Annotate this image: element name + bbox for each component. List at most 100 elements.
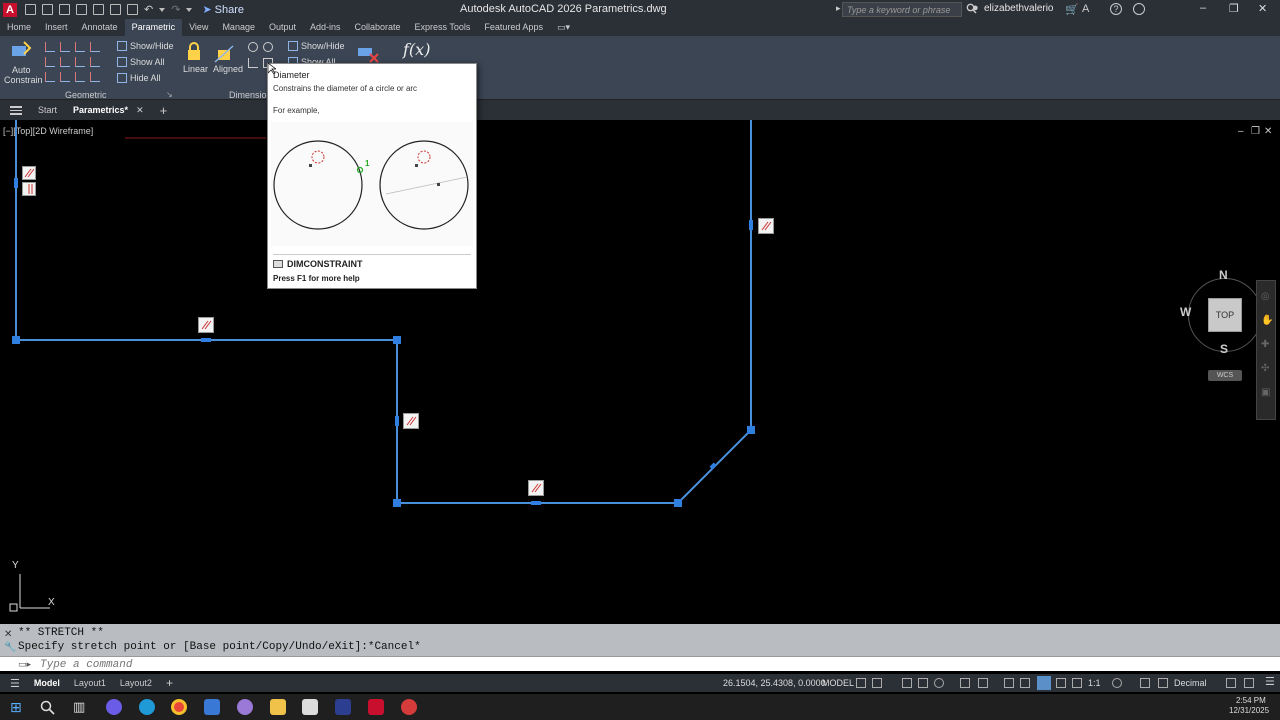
- coincident-icon[interactable]: [45, 42, 55, 52]
- geometric-show-hide-button[interactable]: Show/Hide: [117, 41, 174, 51]
- file-explorer-icon[interactable]: [270, 699, 286, 715]
- close-icon[interactable]: ✕: [1258, 2, 1267, 15]
- midpoint-grip[interactable]: [709, 462, 717, 470]
- app-icon[interactable]: [401, 699, 417, 715]
- grip[interactable]: [393, 336, 401, 344]
- horizontal-icon[interactable]: [75, 57, 85, 67]
- tab-collaborate[interactable]: Collaborate: [348, 19, 408, 36]
- autoscale-icon[interactable]: [1056, 678, 1066, 688]
- showmotion-icon[interactable]: ▣: [1261, 387, 1270, 398]
- tangent-icon[interactable]: [45, 72, 55, 82]
- command-line-settings-icon[interactable]: 🔧: [4, 642, 16, 653]
- compass-south[interactable]: S: [1220, 342, 1228, 356]
- tab-parametric[interactable]: Parametric: [124, 19, 183, 36]
- command-line-close-icon[interactable]: ✕: [4, 629, 12, 640]
- orbit-icon[interactable]: ✣: [1261, 363, 1269, 374]
- parallel-constraint-badge[interactable]: [403, 413, 419, 429]
- symmetric-icon[interactable]: [75, 72, 85, 82]
- undo-icon[interactable]: ↶: [144, 3, 153, 16]
- layout-menu-icon[interactable]: ☰: [10, 677, 20, 690]
- diameter-constraint-icon[interactable]: [263, 42, 273, 52]
- delete-constraints-icon[interactable]: [356, 40, 380, 64]
- compass-north[interactable]: N: [1219, 268, 1228, 282]
- annotation-monitor-icon[interactable]: [1140, 678, 1150, 688]
- edge-icon[interactable]: [139, 699, 155, 715]
- grip[interactable]: [747, 426, 755, 434]
- redo-icon[interactable]: ↷: [171, 3, 180, 16]
- autocad-logo-icon[interactable]: A: [3, 2, 17, 17]
- minimize-icon[interactable]: –: [1200, 2, 1206, 14]
- tab-manage[interactable]: Manage: [215, 19, 262, 36]
- auto-constrain-button[interactable]: Auto: [12, 65, 31, 75]
- steering-wheel-icon[interactable]: ◎: [1261, 291, 1270, 302]
- parallel-constraint-badge[interactable]: [758, 218, 774, 234]
- new-tab-icon[interactable]: +: [160, 103, 168, 118]
- open-file-icon[interactable]: [42, 4, 53, 15]
- object-snap-icon[interactable]: [978, 678, 988, 688]
- calculator-icon[interactable]: [204, 699, 220, 715]
- angular-constraint-icon[interactable]: [248, 58, 258, 68]
- midpoint-grip[interactable]: [14, 178, 18, 188]
- chat-icon[interactable]: [1133, 3, 1145, 15]
- tab-output[interactable]: Output: [262, 19, 303, 36]
- zoom-icon[interactable]: ✚: [1261, 339, 1269, 350]
- customization-menu-icon[interactable]: ☰: [1265, 675, 1275, 688]
- grip[interactable]: [393, 499, 401, 507]
- maximize-icon[interactable]: ❐: [1229, 2, 1239, 15]
- midpoint-grip[interactable]: [395, 416, 399, 426]
- concentric-icon[interactable]: [75, 42, 85, 52]
- layout-tab-model[interactable]: Model: [34, 678, 60, 688]
- undo-dropdown-icon[interactable]: [159, 7, 166, 12]
- aligned-constraint-button[interactable]: Aligned: [213, 64, 243, 74]
- chrome-icon[interactable]: [171, 699, 187, 715]
- midpoint-grip[interactable]: [201, 338, 211, 342]
- parameters-manager-button[interactable]: f(x): [403, 40, 430, 59]
- windows-start-icon[interactable]: ⊞: [10, 699, 22, 716]
- grid-icon[interactable]: [856, 678, 866, 688]
- dimensional-show-hide-button[interactable]: Show/Hide: [288, 41, 345, 51]
- geometric-hide-all-button[interactable]: Hide All: [117, 73, 161, 83]
- annotation-scale-value[interactable]: 1:1: [1088, 678, 1101, 688]
- open-web-icon[interactable]: [93, 4, 104, 15]
- tab-express-tools[interactable]: Express Tools: [408, 19, 478, 36]
- midpoint-grip[interactable]: [531, 501, 541, 505]
- transparency-icon[interactable]: [1020, 678, 1030, 688]
- tab-featured-apps[interactable]: Featured Apps: [477, 19, 550, 36]
- units-icon[interactable]: [1158, 678, 1168, 688]
- linear-constraint-button[interactable]: Linear: [183, 64, 208, 74]
- compass-west[interactable]: W: [1180, 305, 1191, 319]
- geometric-show-all-button[interactable]: Show All: [117, 57, 165, 67]
- layout-tab-layout1[interactable]: Layout1: [74, 678, 106, 688]
- ortho-icon[interactable]: [902, 678, 912, 688]
- add-layout-icon[interactable]: +: [166, 676, 173, 690]
- tab-home[interactable]: Home: [0, 19, 38, 36]
- save-as-icon[interactable]: [76, 4, 87, 15]
- parallel-constraint-badge[interactable]: [528, 480, 544, 496]
- hamburger-menu-icon[interactable]: [10, 105, 22, 115]
- grip[interactable]: [12, 336, 20, 344]
- tab-add-ins[interactable]: Add-ins: [303, 19, 348, 36]
- geometric-settings-icon[interactable]: ↘: [166, 90, 173, 99]
- drawing-geometry[interactable]: [0, 120, 1280, 620]
- search-expand-icon[interactable]: ▸: [836, 3, 841, 14]
- clock-time[interactable]: 2:54 PM: [1236, 696, 1266, 705]
- share-button[interactable]: ➤ Share: [202, 3, 244, 17]
- midpoint-grip[interactable]: [749, 220, 753, 230]
- coordinates-readout[interactable]: 26.1504, 25.4308, 0.0000: [723, 678, 826, 688]
- linear-constraint-icon[interactable]: [183, 42, 205, 64]
- annotation-scale-icon[interactable]: [1072, 678, 1082, 688]
- user-icon[interactable]: ●: [972, 2, 979, 14]
- layout-tab-layout2[interactable]: Layout2: [120, 678, 152, 688]
- command-input[interactable]: [40, 658, 840, 671]
- isodraft-icon[interactable]: [934, 678, 944, 688]
- grip[interactable]: [674, 499, 682, 507]
- lineweight-icon[interactable]: [1004, 678, 1014, 688]
- copilot-icon[interactable]: [106, 699, 122, 715]
- smooth-icon[interactable]: [60, 72, 70, 82]
- aligned-constraint-icon[interactable]: [213, 42, 235, 64]
- fix-icon[interactable]: [90, 42, 100, 52]
- radius-constraint-icon[interactable]: [248, 42, 258, 52]
- quick-properties-icon[interactable]: [1226, 678, 1236, 688]
- tab-annotate[interactable]: Annotate: [75, 19, 125, 36]
- parallel-icon[interactable]: [45, 57, 55, 67]
